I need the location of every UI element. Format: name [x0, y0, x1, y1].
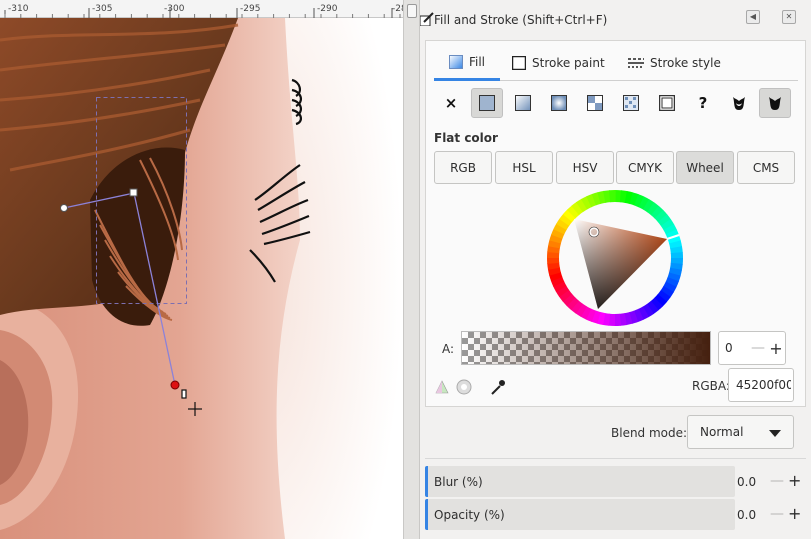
decrement-icon[interactable]: — [770, 506, 784, 522]
linear-gradient-icon [515, 95, 531, 111]
paint-flat-button[interactable] [471, 88, 503, 118]
out-of-gamut-icon[interactable] [456, 379, 472, 395]
ruler-label: -310 [8, 4, 29, 14]
gradient-handle[interactable] [60, 204, 68, 212]
decrement-icon[interactable]: — [749, 340, 767, 356]
fill-stroke-icon [420, 12, 434, 26]
blend-mode-dropdown[interactable]: Normal [687, 415, 794, 449]
mode-cmyk-button[interactable]: CMYK [616, 151, 674, 184]
collapse-icon[interactable]: ◀ [746, 10, 760, 24]
ruler-label: -285 [392, 4, 403, 14]
blur-value[interactable]: 0.0 [737, 475, 756, 489]
pattern-icon [623, 95, 639, 111]
opacity-value[interactable]: 0.0 [737, 508, 756, 522]
tab-stroke-style-label: Stroke style [650, 56, 721, 70]
paint-pattern-button[interactable] [615, 88, 647, 118]
close-panel-icon[interactable]: ✕ [782, 10, 796, 24]
drawing-canvas[interactable]: -310 -305 -300 -295 -290 -285 [0, 0, 403, 539]
radial-gradient-icon [551, 95, 567, 111]
gradient-end-handle[interactable] [170, 380, 180, 390]
rgba-input[interactable] [728, 368, 794, 402]
tab-fill-label: Fill [468, 54, 486, 69]
color-tools [434, 377, 524, 400]
flat-color-heading: Flat color [434, 131, 498, 145]
color-tools-icons [435, 379, 505, 395]
chevron-down-icon [769, 430, 781, 437]
flat-color-icon [479, 95, 495, 111]
ruler-label: -295 [240, 4, 261, 14]
tab-fill[interactable]: Fill [434, 45, 500, 81]
fill-rule-nonzero-button[interactable] [759, 88, 791, 118]
tab-stroke-paint-label: Stroke paint [532, 56, 605, 70]
paint-radial-gradient-button[interactable] [543, 88, 575, 118]
alpha-input[interactable] [719, 340, 749, 356]
blur-label: Blur (%) [434, 475, 483, 489]
mode-wheel-label: Wheel [686, 160, 724, 175]
stroke-style-icon [628, 58, 644, 68]
mode-cms-label: CMS [752, 160, 780, 175]
eyedropper-icon[interactable] [491, 380, 505, 395]
paint-linear-gradient-button[interactable] [507, 88, 539, 118]
mode-rgb-label: RGB [450, 160, 476, 175]
panel-header: Fill and Stroke (Shift+Ctrl+F) ◀ ✕ [420, 0, 811, 38]
mode-cms-button[interactable]: CMS [737, 151, 795, 184]
paint-none-button[interactable]: × [435, 88, 467, 118]
paint-mesh-button[interactable] [579, 88, 611, 118]
mode-wheel-button[interactable]: Wheel [676, 151, 734, 184]
color-managed-icon[interactable] [435, 380, 449, 394]
paint-unset-button[interactable]: ? [687, 88, 719, 118]
mode-rgb-button[interactable]: RGB [434, 151, 492, 184]
ruler-label: -300 [164, 4, 185, 14]
mode-hsv-label: HSV [572, 160, 598, 175]
mode-cmyk-label: CMYK [628, 160, 662, 175]
panel-splitter[interactable] [403, 0, 420, 539]
mesh-gradient-icon [587, 95, 603, 111]
no-paint-icon: × [444, 94, 458, 112]
fill-rule-evenodd-icon [733, 97, 745, 110]
blur-slider[interactable]: Blur (%) [425, 466, 735, 497]
unset-paint-icon: ? [698, 94, 708, 112]
ruler-label: -290 [317, 4, 338, 14]
horizontal-ruler[interactable]: -310 -305 -300 -295 -290 -285 [0, 0, 403, 18]
alpha-label: A: [442, 342, 455, 356]
increment-icon[interactable]: + [788, 471, 801, 490]
color-wheel[interactable] [546, 189, 684, 327]
fill-rule-evenodd-button[interactable] [723, 88, 755, 118]
fill-swatch-icon [448, 54, 463, 69]
blend-mode-label: Blend mode: [611, 426, 688, 440]
paint-swatch-button[interactable] [651, 88, 683, 118]
opacity-label: Opacity (%) [434, 508, 505, 522]
blend-mode-value: Normal [700, 425, 744, 439]
color-triangle-shade [574, 219, 667, 309]
increment-icon[interactable]: + [788, 504, 801, 523]
fill-rule-nonzero-icon [769, 97, 781, 110]
swatch-icon [659, 95, 675, 111]
tab-stroke-paint[interactable]: Stroke paint [506, 45, 611, 81]
fill-stroke-panel: Fill and Stroke (Shift+Ctrl+F) ◀ ✕ Fill … [420, 0, 811, 539]
mode-hsl-label: HSL [512, 160, 536, 175]
fill-stroke-frame: Fill Stroke paint Stroke style × ? Flat … [425, 40, 806, 407]
divider [425, 458, 806, 459]
artwork[interactable] [0, 18, 403, 539]
gradient-center-handle[interactable] [129, 188, 138, 197]
ruler-label: -305 [92, 4, 113, 14]
panel-title: Fill and Stroke (Shift+Ctrl+F) [434, 13, 608, 27]
ruler-ticks [4, 8, 401, 18]
decrement-icon[interactable]: — [770, 473, 784, 489]
mode-hsl-button[interactable]: HSL [495, 151, 553, 184]
alpha-spinbutton[interactable]: — + [718, 331, 786, 365]
tab-stroke-style[interactable]: Stroke style [622, 45, 727, 81]
splitter-handle[interactable] [407, 4, 417, 18]
mode-hsv-button[interactable]: HSV [556, 151, 614, 184]
opacity-slider[interactable]: Opacity (%) [425, 499, 735, 530]
stroke-swatch-icon [512, 56, 526, 70]
tab-bar: Fill Stroke paint Stroke style [434, 45, 798, 81]
alpha-slider[interactable] [461, 331, 711, 365]
increment-icon[interactable]: + [767, 339, 785, 358]
rgba-label: RGBA: [692, 379, 730, 393]
